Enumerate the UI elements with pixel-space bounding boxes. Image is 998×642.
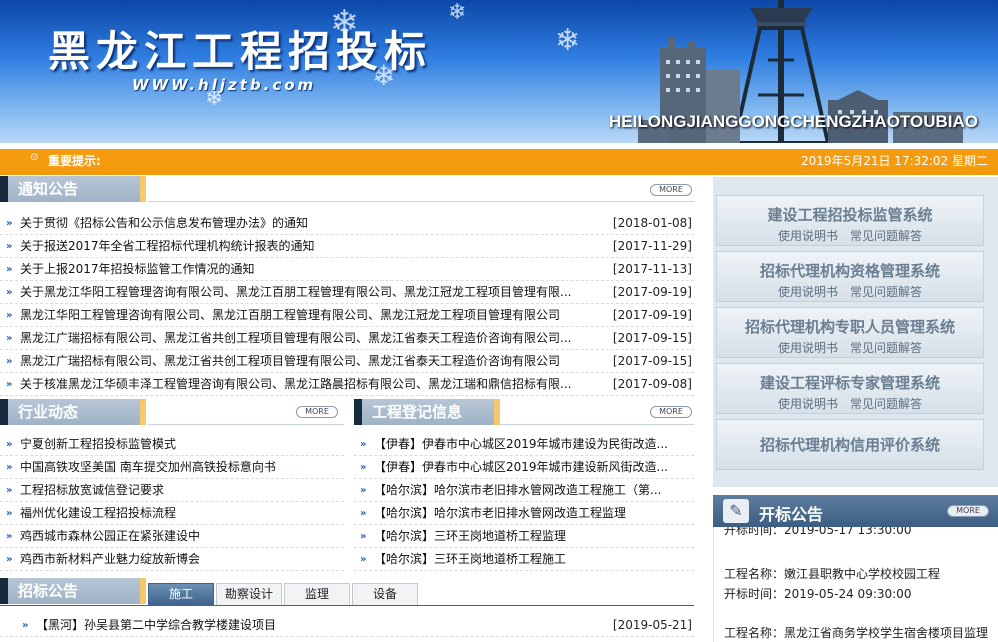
system-bidding-supervision[interactable]: 建设工程招投标监管系统 使用说明书 常见问题解答 xyxy=(716,195,984,246)
announcements-title: 通知公告 xyxy=(8,176,140,202)
announcements-header: 通知公告 xyxy=(0,176,146,202)
double-chevron-icon: » xyxy=(360,485,367,496)
snowflake-icon: ❄ xyxy=(555,23,581,58)
double-chevron-icon: » xyxy=(6,439,13,450)
bid-opening-header: ✎ 开标公告 MORE xyxy=(713,495,998,527)
double-chevron-icon: » xyxy=(360,508,367,519)
list-item[interactable]: » 【伊春】伊春市中心城区2019年城市建设为民街改造... xyxy=(354,433,694,456)
double-chevron-icon: » xyxy=(6,218,13,229)
double-chevron-icon: » xyxy=(6,264,13,275)
bid-opening-title: 开标公告 xyxy=(759,505,824,524)
list-item[interactable]: » 工程招标放宽诚信登记要求 xyxy=(0,479,344,502)
site-title: 黑龙江工程招投标 xyxy=(48,27,433,76)
double-chevron-icon: » xyxy=(6,310,13,321)
announcements-more-button[interactable]: MORE xyxy=(650,184,692,196)
industry-news-more-button[interactable]: MORE xyxy=(296,406,338,418)
double-chevron-icon: » xyxy=(360,462,367,473)
list-item[interactable]: » 关于核准黑龙江华硕丰泽工程管理咨询有限公司、黑龙江路晨招标有限公司、黑龙江瑞和… xyxy=(0,373,694,396)
list-item[interactable]: » 鸡西城市森林公园正在紧张建设中 xyxy=(0,525,344,548)
double-chevron-icon: » xyxy=(6,333,13,344)
double-chevron-icon: » xyxy=(6,531,13,542)
site-url: WWW.hljztb.com xyxy=(132,76,317,94)
registration-title: 工程登记信息 xyxy=(362,399,494,425)
manual-link[interactable]: 使用说明书 xyxy=(778,341,838,355)
list-item[interactable]: » 【哈尔滨】哈尔滨市老旧排水管网改造工程监理 xyxy=(354,502,694,525)
double-chevron-icon: » xyxy=(360,554,367,565)
double-chevron-icon: » xyxy=(360,439,367,450)
bid-opening-more-button[interactable]: MORE xyxy=(947,505,989,517)
divider xyxy=(148,424,344,425)
faq-link[interactable]: 常见问题解答 xyxy=(850,285,922,299)
document-pen-icon: ✎ xyxy=(723,499,749,523)
tender-title: 招标公告 xyxy=(8,578,140,604)
industry-news-title: 行业动态 xyxy=(8,399,140,425)
double-chevron-icon: » xyxy=(6,554,13,565)
site-pinyin-title: HEILONGJIANGGONGCHENGZHAOTOUBIAO xyxy=(609,112,978,131)
list-item[interactable]: » 【哈尔滨】哈尔滨市老旧排水管网改造工程施工（第... xyxy=(354,479,694,502)
announcements-list: » 关于贯彻《招标公告和公示信息发布管理办法》的通知 [2018-01-08] » 关… xyxy=(0,212,694,396)
tab-equipment[interactable]: 设备 xyxy=(352,583,418,605)
list-item[interactable]: » 关于黑龙江华阳工程管理咨询有限公司、黑龙江百朋工程管理有限公司、黑龙江冠龙工程… xyxy=(0,281,694,304)
bid-opening-time: 开标时间：2019-05-24 09:30:00 xyxy=(724,587,912,601)
list-item[interactable]: » 关于上报2017年招投标监管工作情况的通知 [2017-11-13] xyxy=(0,258,694,281)
registration-header: 工程登记信息 xyxy=(354,399,500,425)
tab-construction[interactable]: 施工 xyxy=(148,583,214,605)
double-chevron-icon: » xyxy=(6,241,13,252)
double-chevron-icon: » xyxy=(360,531,367,542)
system-credit-evaluation[interactable]: 招标代理机构信用评价系统 xyxy=(716,419,984,470)
double-chevron-icon: » xyxy=(6,287,13,298)
list-item[interactable]: » 关于报送2017年全省工程招标代理机构统计报表的通知 [2017-11-29] xyxy=(0,235,694,258)
bid-project-name[interactable]: 工程名称：黑龙江省商务学校学生宿舍楼项目监理 xyxy=(724,624,988,641)
system-agency-staff[interactable]: 招标代理机构专职人员管理系统 使用说明书 常见问题解答 xyxy=(716,307,984,358)
systems-sidebar: 建设工程招投标监管系统 使用说明书 常见问题解答 招标代理机构资格管理系统 使用说… xyxy=(713,177,998,487)
tab-survey-design[interactable]: 勘察设计 xyxy=(216,583,282,605)
list-item[interactable]: » 黑龙江广瑞招标有限公司、黑龙江省共创工程项目管理有限公司、黑龙江省泰天工程造价… xyxy=(0,327,694,350)
double-chevron-icon: » xyxy=(6,462,13,473)
divider xyxy=(0,605,694,606)
list-item[interactable]: » 【哈尔滨】三环王岗地道桥工程监理 xyxy=(354,525,694,548)
faq-link[interactable]: 常见问题解答 xyxy=(850,397,922,411)
divider xyxy=(148,201,694,202)
system-agency-qualification[interactable]: 招标代理机构资格管理系统 使用说明书 常见问题解答 xyxy=(716,251,984,302)
list-item[interactable]: » 黑龙江华阳工程管理咨询有限公司、黑龙江百朋工程管理有限公司、黑龙江冠龙工程项目… xyxy=(0,304,694,327)
list-item[interactable]: » 【哈尔滨】三环王岗地道桥工程施工 xyxy=(354,548,694,571)
notice-bar: ⊙ 重要提示: 2019年5月21日 17:32:02 星期二 xyxy=(0,143,998,175)
tender-list: » 【黑河】孙吴县第二中学综合教学楼建设项目 [2019-05-21] xyxy=(0,614,694,637)
double-chevron-icon: » xyxy=(6,356,13,367)
system-expert-management[interactable]: 建设工程评标专家管理系统 使用说明书 常见问题解答 xyxy=(716,363,984,414)
industry-news-list: » 宁夏创新工程招投标监管模式 » 中国高铁攻坚美国 南车提交加州高铁投标意向书 »… xyxy=(0,433,344,571)
current-datetime: 2019年5月21日 17:32:02 星期二 xyxy=(801,154,988,168)
bid-project-name[interactable]: 工程名称：嫩江县职教中心学校校园工程 xyxy=(724,565,940,582)
site-banner: ❄ ❄ ❄ ❄ ❄ 黑龙江工程招投标 WWW.hljztb.com HEILON… xyxy=(0,0,998,143)
list-item[interactable]: » 宁夏创新工程招投标监管模式 xyxy=(0,433,344,456)
eye-icon: ⊙ xyxy=(30,152,39,163)
manual-link[interactable]: 使用说明书 xyxy=(778,397,838,411)
list-item[interactable]: » 黑龙江广瑞招标有限公司、黑龙江省共创工程项目管理有限公司、黑龙江省泰天工程造价… xyxy=(0,350,694,373)
bid-opening-scroller[interactable]: 开标时间：2019-05-17 13:30:00 工程名称：嫩江县职教中心学校校… xyxy=(713,527,998,642)
tender-tabs: 施工 勘察设计 监理 设备 xyxy=(148,583,420,605)
list-item[interactable]: » 【黑河】孙吴县第二中学综合教学楼建设项目 [2019-05-21] xyxy=(0,614,694,637)
double-chevron-icon: » xyxy=(6,485,13,496)
double-chevron-icon: » xyxy=(6,379,13,390)
list-item[interactable]: » 中国高铁攻坚美国 南车提交加州高铁投标意向书 xyxy=(0,456,344,479)
industry-news-header: 行业动态 xyxy=(0,399,146,425)
snowflake-icon: ❄ xyxy=(448,0,467,25)
list-item[interactable]: » 关于贯彻《招标公告和公示信息发布管理办法》的通知 [2018-01-08] xyxy=(0,212,694,235)
important-tip-label: 重要提示: xyxy=(48,154,101,168)
double-chevron-icon: » xyxy=(6,508,13,519)
list-item[interactable]: » 福州优化建设工程招投标流程 xyxy=(0,502,344,525)
tab-supervision[interactable]: 监理 xyxy=(284,583,350,605)
tender-header: 招标公告 xyxy=(0,578,146,604)
double-chevron-icon: » xyxy=(22,620,29,631)
faq-link[interactable]: 常见问题解答 xyxy=(850,229,922,243)
manual-link[interactable]: 使用说明书 xyxy=(778,285,838,299)
registration-more-button[interactable]: MORE xyxy=(650,406,692,418)
registration-list: » 【伊春】伊春市中心城区2019年城市建设为民街改造... » 【伊春】伊春市中心… xyxy=(354,433,694,571)
faq-link[interactable]: 常见问题解答 xyxy=(850,341,922,355)
manual-link[interactable]: 使用说明书 xyxy=(778,229,838,243)
list-item[interactable]: » 鸡西市新材料产业魅力绽放新博会 xyxy=(0,548,344,571)
divider xyxy=(500,424,694,425)
list-item[interactable]: » 【伊春】伊春市中心城区2019年城市建设新风街改造... xyxy=(354,456,694,479)
bid-opening-time: 开标时间：2019-05-17 13:30:00 xyxy=(724,527,912,537)
